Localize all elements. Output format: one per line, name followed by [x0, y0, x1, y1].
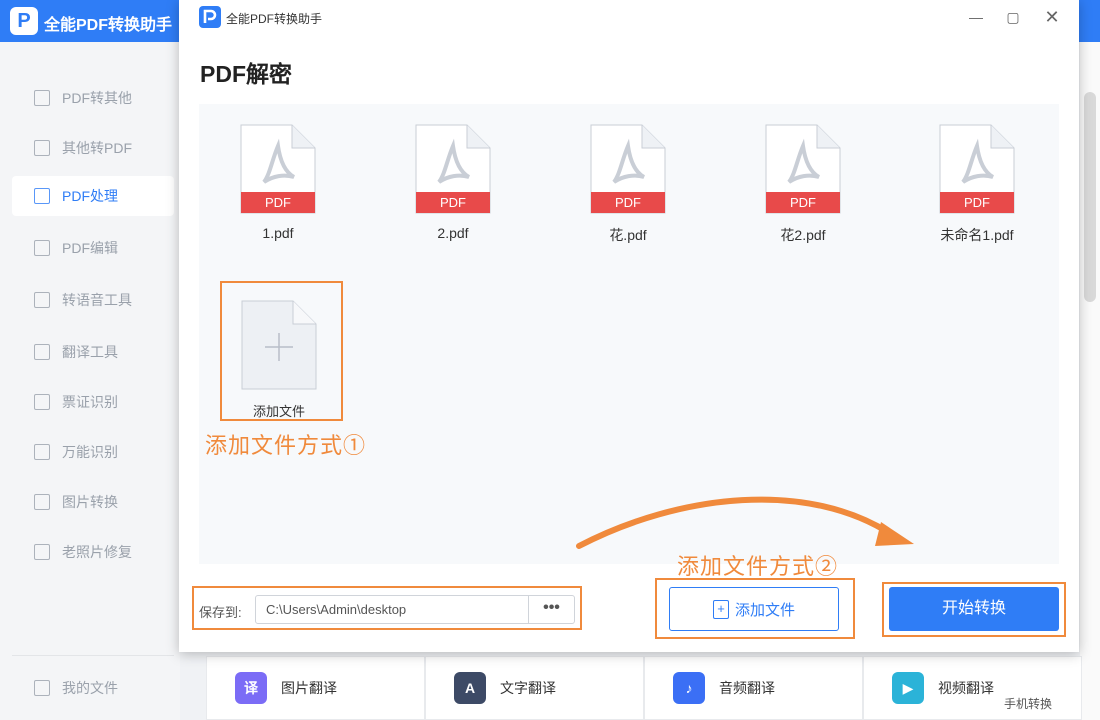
- pdf-process-icon: [34, 188, 50, 204]
- close-button[interactable]: ✕: [1042, 7, 1062, 27]
- start-convert-button[interactable]: 开始转换: [889, 587, 1059, 631]
- sidebar-item-photo-repair[interactable]: 老照片修复: [12, 532, 174, 572]
- pdf-badge: PDF: [790, 195, 816, 210]
- sidebar-item-label: PDF编辑: [62, 240, 118, 256]
- page-title: PDF解密: [200, 61, 292, 87]
- file-item[interactable]: PDF 花2.pdf: [748, 124, 858, 245]
- file-name: 花.pdf: [609, 227, 647, 243]
- tool-label: 音频翻译: [719, 680, 775, 696]
- sidebar-item-ticket-ocr[interactable]: 票证识别: [12, 382, 174, 422]
- tool-label: 图片翻译: [281, 680, 337, 696]
- tool-audio-translate[interactable]: ♪ 音频翻译: [644, 656, 863, 720]
- minimize-button[interactable]: —: [966, 7, 986, 27]
- sidebar-item-label: 万能识别: [62, 444, 118, 460]
- pdf-file-icon: PDF: [765, 124, 841, 214]
- sidebar-item-translate-tool[interactable]: 翻译工具: [12, 332, 174, 372]
- sidebar-item-other-to-pdf[interactable]: 其他转PDF: [12, 128, 174, 168]
- pdf-file-icon: PDF: [415, 124, 491, 214]
- voice-icon: [34, 292, 50, 308]
- maximize-button[interactable]: ▢: [1003, 7, 1023, 27]
- translate-icon: [34, 344, 50, 360]
- tool-label: 文字翻译: [500, 680, 556, 696]
- sidebar-item-label: PDF处理: [62, 188, 118, 204]
- sidebar-item-label: 我的文件: [62, 680, 118, 696]
- sidebar-item-image-convert[interactable]: 图片转换: [12, 482, 174, 522]
- sidebar-item-label: 票证识别: [62, 394, 118, 410]
- audio-translate-icon: ♪: [673, 672, 705, 704]
- annotation-text-1: 添加文件方式①: [205, 434, 367, 459]
- sidebar-item-voice-tool[interactable]: 转语音工具: [12, 280, 174, 320]
- add-file-plus-icon: +: [712, 599, 729, 619]
- file-item[interactable]: PDF 1.pdf: [223, 124, 333, 241]
- sidebar-item-pdf-to-other[interactable]: PDF转其他: [12, 78, 174, 118]
- app-title: 全能PDF转换助手: [44, 17, 173, 34]
- file-item[interactable]: PDF 未命名1.pdf: [922, 124, 1032, 245]
- browse-button[interactable]: •••: [529, 595, 575, 624]
- sidebar-item-label: 图片转换: [62, 494, 118, 510]
- photo-repair-icon: [34, 544, 50, 560]
- folder-icon: [34, 680, 50, 696]
- text-translate-icon: A: [454, 672, 486, 704]
- dialog-titlebar[interactable]: 全能PDF转换助手 — ▢ ✕: [179, 0, 1079, 34]
- to-pdf-icon: [34, 140, 50, 156]
- sidebar-item-label: 其他转PDF: [62, 140, 132, 156]
- bottom-tools: 译 图片翻译 A 文字翻译 ♪ 音频翻译 ▶ 视频翻译: [206, 656, 1082, 720]
- file-name: 未命名1.pdf: [940, 227, 1014, 243]
- ocr-icon: [34, 444, 50, 460]
- pdf-badge: PDF: [440, 195, 466, 210]
- sidebar-divider: [12, 655, 174, 656]
- tool-label: 视频翻译: [938, 680, 994, 696]
- file-name: 1.pdf: [262, 225, 294, 241]
- mobile-convert-link[interactable]: 手机转换: [1004, 695, 1052, 712]
- curved-arrow-icon: [576, 496, 914, 549]
- sidebar-item-pdf-edit[interactable]: PDF编辑: [12, 228, 174, 268]
- video-translate-icon: ▶: [892, 672, 924, 704]
- sidebar-item-my-files[interactable]: 我的文件: [12, 668, 174, 708]
- add-file-button[interactable]: + 添加文件: [669, 587, 839, 631]
- tool-image-translate[interactable]: 译 图片翻译: [206, 656, 425, 720]
- main-scrollbar[interactable]: [1080, 42, 1100, 720]
- pdf-badge: PDF: [265, 195, 291, 210]
- sidebar-item-universal-ocr[interactable]: 万能识别: [12, 432, 174, 472]
- scrollbar-thumb[interactable]: [1084, 92, 1096, 302]
- annotation-box-1: [220, 281, 343, 421]
- ticket-icon: [34, 394, 50, 410]
- pdf-edit-icon: [34, 240, 50, 256]
- file-name: 花2.pdf: [780, 227, 826, 243]
- sidebar-item-label: 转语音工具: [62, 292, 132, 308]
- file-item[interactable]: PDF 2.pdf: [398, 124, 508, 241]
- tool-text-translate[interactable]: A 文字翻译: [425, 656, 644, 720]
- sidebar-item-label: PDF转其他: [62, 90, 132, 106]
- file-name: 2.pdf: [437, 225, 469, 241]
- pdf-badge: PDF: [615, 195, 641, 210]
- sidebar-item-pdf-process[interactable]: PDF处理: [12, 176, 174, 216]
- pdf-badge: PDF: [964, 195, 990, 210]
- app-logo-icon: [199, 6, 221, 28]
- pdf-decrypt-dialog: 全能PDF转换助手 — ▢ ✕ PDF解密 PDF 1.pdf PDF 2.pd…: [179, 0, 1079, 652]
- sidebar-item-label: 翻译工具: [62, 344, 118, 360]
- image-translate-icon: 译: [235, 672, 267, 704]
- sidebar-item-label: 老照片修复: [62, 544, 132, 560]
- pdf-file-icon: PDF: [240, 124, 316, 214]
- pdf-file-icon: PDF: [939, 124, 1015, 214]
- save-path-input[interactable]: C:\Users\Admin\desktop: [255, 595, 529, 624]
- pdf-convert-icon: [34, 90, 50, 106]
- app-logo: P: [10, 7, 38, 35]
- save-to-label: 保存到:: [199, 605, 242, 620]
- add-file-button-label: 添加文件: [734, 601, 795, 619]
- pdf-file-icon: PDF: [590, 124, 666, 214]
- annotation-text-2: 添加文件方式②: [677, 555, 839, 580]
- dialog-title: 全能PDF转换助手: [226, 12, 323, 26]
- file-item[interactable]: PDF 花.pdf: [573, 124, 683, 245]
- image-convert-icon: [34, 494, 50, 510]
